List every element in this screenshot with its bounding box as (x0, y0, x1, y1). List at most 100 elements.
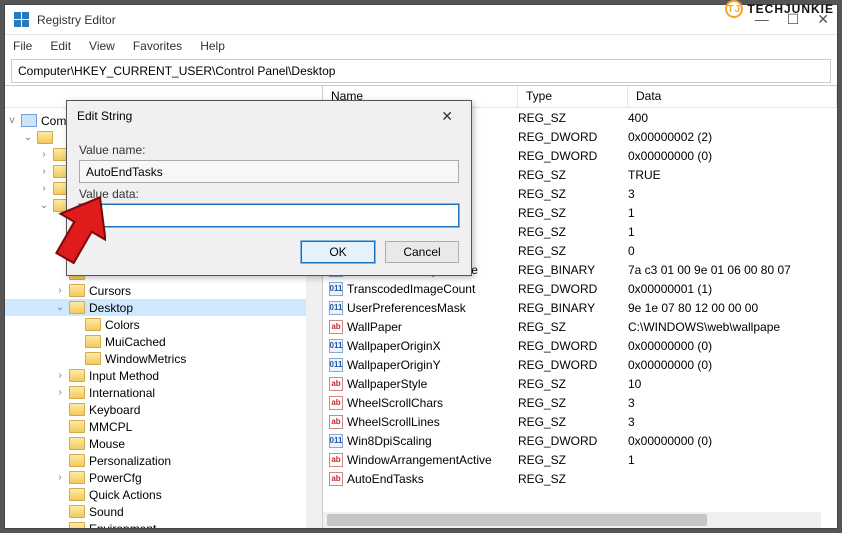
value-data: TRUE (628, 168, 837, 182)
value-data: 0 (628, 244, 837, 258)
value-data: 1 (628, 453, 837, 467)
value-data: 0x00000001 (1) (628, 282, 837, 296)
cancel-button[interactable]: Cancel (385, 241, 459, 263)
value-type: REG_SZ (518, 472, 628, 486)
value-type-icon: 011 (329, 358, 343, 372)
value-type: REG_DWORD (518, 130, 628, 144)
menu-help[interactable]: Help (200, 39, 225, 53)
value-type-icon: ab (329, 415, 343, 429)
tree-item[interactable]: Colors (5, 316, 322, 333)
value-type: REG_DWORD (518, 358, 628, 372)
col-data[interactable]: Data (628, 86, 837, 107)
value-name: WallpaperOriginX (347, 339, 441, 353)
value-type: REG_DWORD (518, 149, 628, 163)
watermark-logo-icon: TJ (725, 0, 743, 18)
titlebar[interactable]: Registry Editor — ☐ ✕ (5, 5, 837, 35)
ok-button[interactable]: OK (301, 241, 375, 263)
value-type: REG_SZ (518, 320, 628, 334)
value-type: REG_SZ (518, 415, 628, 429)
value-data: 0x00000002 (2) (628, 130, 837, 144)
value-data: 0x00000000 (0) (628, 358, 837, 372)
value-data: 0x00000000 (0) (628, 434, 837, 448)
value-type: REG_SZ (518, 453, 628, 467)
annotation-arrow-icon (40, 192, 106, 282)
value-name-input[interactable] (79, 160, 459, 183)
tree-item[interactable]: ›Input Method (5, 367, 322, 384)
value-type: REG_BINARY (518, 301, 628, 315)
tree-item[interactable]: ›Cursors (5, 282, 322, 299)
value-data: 0x00000000 (0) (628, 339, 837, 353)
tree-item[interactable]: MuiCached (5, 333, 322, 350)
value-name: WheelScrollChars (347, 396, 443, 410)
value-type-icon: ab (329, 396, 343, 410)
value-type-icon: ab (329, 377, 343, 391)
value-data: 10 (628, 377, 837, 391)
tree-item[interactable]: Sound (5, 503, 322, 520)
value-name: WallpaperStyle (347, 377, 427, 391)
registry-value-row[interactable]: ab WheelScrollChars REG_SZ3 (323, 393, 837, 412)
registry-value-row[interactable]: ab WheelScrollLines REG_SZ3 (323, 412, 837, 431)
tree-item[interactable]: Personalization (5, 452, 322, 469)
value-type-icon: ab (329, 320, 343, 334)
value-type: REG_BINARY (518, 263, 628, 277)
value-type: REG_DWORD (518, 339, 628, 353)
tree-item[interactable]: ⌄Desktop (5, 299, 322, 316)
value-data: 0x00000000 (0) (628, 149, 837, 163)
tree-item[interactable]: MMCPL (5, 418, 322, 435)
tree-item[interactable]: Mouse (5, 435, 322, 452)
tree-item[interactable]: ›PowerCfg (5, 469, 322, 486)
value-type: REG_SZ (518, 244, 628, 258)
value-type: REG_SZ (518, 225, 628, 239)
registry-value-row[interactable]: 011WallpaperOriginXREG_DWORD0x00000000 (… (323, 336, 837, 355)
value-data-label: Value data: (79, 187, 459, 201)
col-type[interactable]: Type (518, 86, 628, 107)
tree-item[interactable]: Keyboard (5, 401, 322, 418)
menu-view[interactable]: View (89, 39, 115, 53)
value-type: REG_DWORD (518, 282, 628, 296)
registry-value-row[interactable]: 011UserPreferencesMaskREG_BINARY9e 1e 07… (323, 298, 837, 317)
value-data: 3 (628, 396, 837, 410)
dialog-titlebar[interactable]: Edit String ✕ (67, 101, 471, 131)
address-text: Computer\HKEY_CURRENT_USER\Control Panel… (18, 64, 335, 78)
value-type: REG_SZ (518, 111, 628, 125)
tree-item[interactable]: ›International (5, 384, 322, 401)
value-type: REG_SZ (518, 396, 628, 410)
value-data: 1 (628, 225, 837, 239)
list-h-scrollbar[interactable] (323, 512, 821, 528)
registry-value-row[interactable]: abAutoEndTasksREG_SZ (323, 469, 837, 488)
registry-value-row[interactable]: ab WindowArrangementActive REG_SZ1 (323, 450, 837, 469)
window-title: Registry Editor (37, 13, 116, 27)
registry-value-row[interactable]: abWallPaperREG_SZC:\WINDOWS\web\wallpape (323, 317, 837, 336)
registry-value-row[interactable]: 011Win8DpiScalingREG_DWORD0x00000000 (0) (323, 431, 837, 450)
value-type: REG_SZ (518, 187, 628, 201)
value-data: 9e 1e 07 80 12 00 00 00 (628, 301, 837, 315)
value-name: WindowArrangementActive (347, 453, 492, 467)
menu-file[interactable]: File (13, 39, 32, 53)
value-data-input[interactable] (79, 204, 459, 227)
value-type: REG_SZ (518, 206, 628, 220)
address-bar[interactable]: Computer\HKEY_CURRENT_USER\Control Panel… (11, 59, 831, 83)
tree-item[interactable]: Environment (5, 520, 322, 528)
tree-item[interactable]: Quick Actions (5, 486, 322, 503)
value-type: REG_DWORD (518, 434, 628, 448)
registry-value-row[interactable]: 011WallpaperOriginYREG_DWORD0x00000000 (… (323, 355, 837, 374)
value-data: 7a c3 01 00 9e 01 06 00 80 07 (628, 263, 837, 277)
value-type-icon: 011 (329, 434, 343, 448)
menu-favorites[interactable]: Favorites (133, 39, 182, 53)
value-name: UserPreferencesMask (347, 301, 466, 315)
registry-value-row[interactable]: 011 TranscodedImageCount REG_DWORD0x000000… (323, 279, 837, 298)
value-data: 3 (628, 187, 837, 201)
value-type-icon: 011 (329, 282, 343, 296)
value-name: TranscodedImageCount (347, 282, 475, 296)
value-name: WheelScrollLines (347, 415, 440, 429)
value-data: 3 (628, 415, 837, 429)
menu-edit[interactable]: Edit (50, 39, 71, 53)
dialog-close-button[interactable]: ✕ (433, 106, 461, 127)
value-type-icon: ab (329, 453, 343, 467)
value-name-label: Value name: (79, 143, 459, 157)
value-type: REG_SZ (518, 168, 628, 182)
tree-item[interactable]: WindowMetrics (5, 350, 322, 367)
registry-value-row[interactable]: abWallpaperStyleREG_SZ10 (323, 374, 837, 393)
value-data: 400 (628, 111, 837, 125)
menubar: File Edit View Favorites Help (5, 35, 837, 57)
